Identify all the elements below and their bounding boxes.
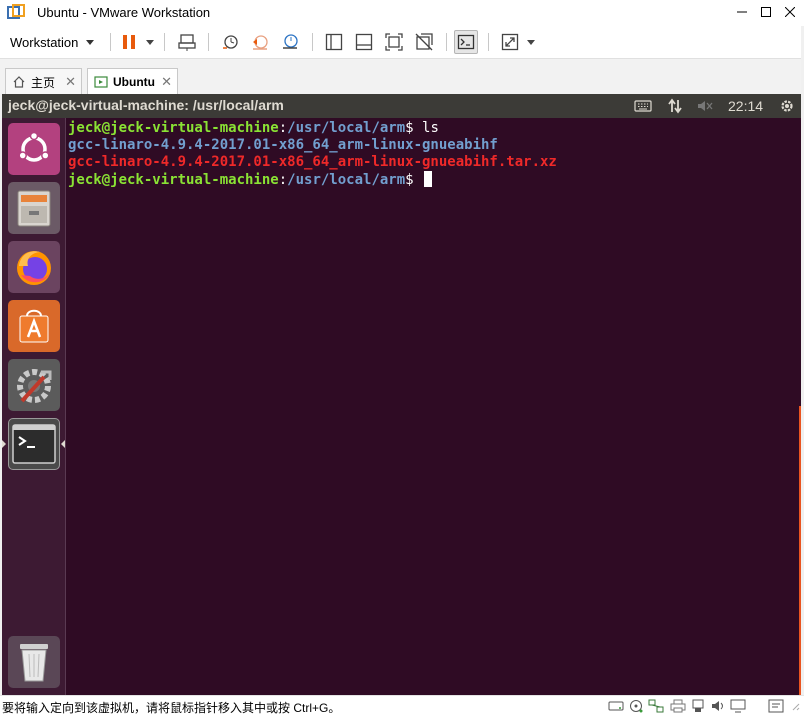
- stretch-guest-icon: [501, 33, 519, 51]
- status-bar: 要将输入定向到该虚拟机，请将鼠标指针移入其中或按 Ctrl+G。: [0, 695, 804, 716]
- hard-disk-icon[interactable]: [608, 699, 624, 713]
- terminal-output[interactable]: jeck@jeck-virtual-machine:/usr/local/arm…: [68, 118, 801, 695]
- active-app-indicator: [2, 440, 6, 448]
- archive-entry: gcc-linaro-4.9.4-2017.01-x86_64_arm-linu…: [68, 154, 557, 170]
- toolbar-divider: [208, 33, 209, 51]
- tab-ubuntu-label: Ubuntu: [113, 75, 155, 89]
- full-screen-button[interactable]: [382, 30, 406, 54]
- tab-home-label: 主页: [31, 75, 56, 90]
- maximize-button[interactable]: [753, 0, 779, 24]
- snapshot-icon: [223, 35, 238, 49]
- tab-ubuntu[interactable]: Ubuntu ✕: [87, 68, 178, 95]
- unity-icon: [415, 33, 433, 51]
- prompt-user: jeck@jeck-virtual-machine: [68, 172, 279, 188]
- workstation-menu[interactable]: Workstation: [4, 30, 100, 54]
- network-icon[interactable]: [664, 97, 686, 115]
- prompt-symbol: $: [405, 120, 423, 136]
- ubuntu-launcher: [2, 118, 66, 695]
- vm-console[interactable]: jeck@jeck-virtual-machine: /usr/local/ar…: [2, 94, 801, 695]
- thumbnail-bar-button[interactable]: [352, 30, 376, 54]
- usb-icon[interactable]: [690, 699, 706, 713]
- toolbar-divider: [446, 33, 447, 51]
- tab-home[interactable]: 主页 ✕: [5, 68, 82, 95]
- message-icon[interactable]: [768, 699, 784, 713]
- revert-snapshot-icon: [253, 35, 268, 50]
- send-ctrl-alt-del-icon: [178, 34, 196, 51]
- ubuntu-dash-icon[interactable]: [8, 123, 60, 175]
- title-bar: Ubuntu - VMware Workstation: [0, 0, 804, 26]
- terminal-icon[interactable]: [8, 418, 60, 470]
- pause-button[interactable]: [117, 30, 141, 54]
- revert-snapshot-button[interactable]: [248, 30, 272, 54]
- printer-icon[interactable]: [670, 699, 686, 713]
- clock[interactable]: 22:14: [728, 98, 763, 114]
- pause-icon: [123, 35, 135, 49]
- thumbnail-bar-icon: [355, 33, 373, 51]
- close-button[interactable]: [777, 0, 803, 24]
- home-icon: [13, 76, 25, 88]
- terminal-line: jeck@jeck-virtual-machine:/usr/local/arm…: [68, 171, 801, 188]
- tab-strip: 主页 ✕ Ubuntu ✕: [0, 58, 804, 95]
- console-view-icon: [457, 34, 475, 50]
- software-center-icon[interactable]: [8, 300, 60, 352]
- full-screen-icon: [385, 33, 403, 51]
- toolbar-divider: [164, 33, 165, 51]
- prompt-user: jeck@jeck-virtual-machine: [68, 120, 279, 136]
- chevron-down-icon[interactable]: [146, 40, 154, 45]
- workstation-menu-label: Workstation: [10, 34, 79, 50]
- chevron-down-icon[interactable]: [527, 40, 535, 45]
- sound-card-icon[interactable]: [710, 699, 726, 713]
- settings-gear-icon[interactable]: [776, 97, 798, 115]
- window-title: Ubuntu - VMware Workstation: [37, 5, 211, 20]
- firefox-icon[interactable]: [8, 241, 60, 293]
- chevron-down-icon: [86, 39, 95, 45]
- network-adapter-icon[interactable]: [648, 699, 664, 713]
- toolbar-divider: [312, 33, 313, 51]
- snapshot-manager-icon: [283, 34, 298, 49]
- send-ctrl-alt-del-button[interactable]: [175, 30, 199, 54]
- display-icon[interactable]: [730, 699, 746, 713]
- show-library-icon: [325, 33, 343, 51]
- terminal-line: gcc-linaro-4.9.4-2017.01-x86_64_arm-linu…: [68, 154, 801, 171]
- text-cursor: [424, 171, 433, 187]
- status-message: 要将输入定向到该虚拟机，请将鼠标指针移入其中或按 Ctrl+G。: [2, 701, 341, 715]
- volume-muted-icon[interactable]: [694, 97, 716, 115]
- focused-app-indicator: [61, 440, 65, 448]
- toolbar: Workstation: [0, 26, 804, 58]
- minimize-button[interactable]: [729, 0, 755, 24]
- resize-grip-icon[interactable]: [788, 699, 800, 713]
- snapshot-button[interactable]: [218, 30, 242, 54]
- prompt-separator: :: [278, 172, 288, 188]
- files-icon[interactable]: [8, 182, 60, 234]
- terminal-line: gcc-linaro-4.9.4-2017.01-x86_64_arm-linu…: [68, 137, 801, 154]
- console-view-button[interactable]: [454, 30, 478, 54]
- stretch-guest-button[interactable]: [498, 30, 522, 54]
- prompt-path: /usr/local/arm: [287, 172, 406, 188]
- prompt-separator: :: [278, 120, 288, 136]
- prompt-symbol: $: [405, 172, 423, 188]
- directory-entry: gcc-linaro-4.9.4-2017.01-x86_64_arm-linu…: [68, 137, 498, 153]
- vmware-logo-icon: [7, 4, 25, 22]
- toolbar-divider: [488, 33, 489, 51]
- toolbar-divider: [110, 33, 111, 51]
- cd-rom-icon[interactable]: [628, 699, 644, 713]
- close-icon[interactable]: ✕: [65, 74, 76, 90]
- close-icon[interactable]: ✕: [161, 74, 172, 90]
- system-settings-icon[interactable]: [8, 359, 60, 411]
- unity-button[interactable]: [412, 30, 436, 54]
- terminal-window-title: jeck@jeck-virtual-machine: /usr/local/ar…: [8, 97, 284, 113]
- show-library-button[interactable]: [322, 30, 346, 54]
- prompt-path: /usr/local/arm: [287, 120, 406, 136]
- snapshot-manager-button[interactable]: [278, 30, 302, 54]
- trash-icon[interactable]: [8, 636, 60, 688]
- vm-tab-icon: [94, 76, 108, 88]
- command-text: ls: [422, 120, 439, 136]
- terminal-line: jeck@jeck-virtual-machine:/usr/local/arm…: [68, 120, 801, 137]
- ubuntu-top-panel: jeck@jeck-virtual-machine: /usr/local/ar…: [2, 94, 801, 118]
- keyboard-icon[interactable]: [632, 97, 654, 115]
